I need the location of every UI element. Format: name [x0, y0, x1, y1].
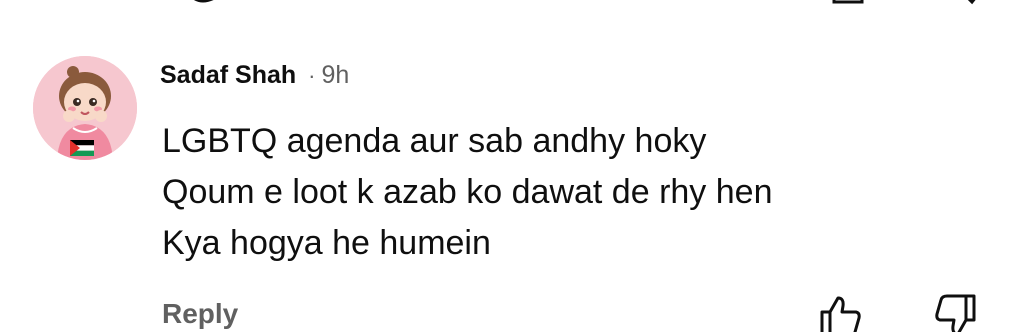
comment-line: LGBTQ agenda aur sab andhy hoky [162, 122, 707, 160]
comment-timestamp: 9h [321, 61, 350, 89]
partial-icon-top-left[interactable] [186, 0, 226, 12]
partial-dislike-icon-top[interactable] [948, 0, 988, 12]
author-name[interactable]: Sadaf Shah [160, 58, 296, 92]
comment-text: LGBTQ agenda aur sab andhy hoky Qoum e l… [162, 116, 982, 269]
comment-screen: Sadaf Shah · 9h LGBTQ agenda aur sab and… [0, 0, 1024, 332]
partial-like-icon-top[interactable] [832, 0, 872, 12]
separator-dot: · [308, 63, 316, 88]
comment-header: Sadaf Shah · 9h [160, 58, 349, 93]
comment-line: Qoum e loot k azab ko dawat de rhy hen [162, 173, 773, 211]
palestine-flag-icon [70, 140, 94, 156]
thumbs-down-icon[interactable] [934, 294, 978, 332]
comment-line: Kya hogya he humein [162, 224, 491, 262]
thumbs-up-icon[interactable] [818, 294, 862, 332]
reply-button[interactable]: Reply [162, 296, 238, 332]
